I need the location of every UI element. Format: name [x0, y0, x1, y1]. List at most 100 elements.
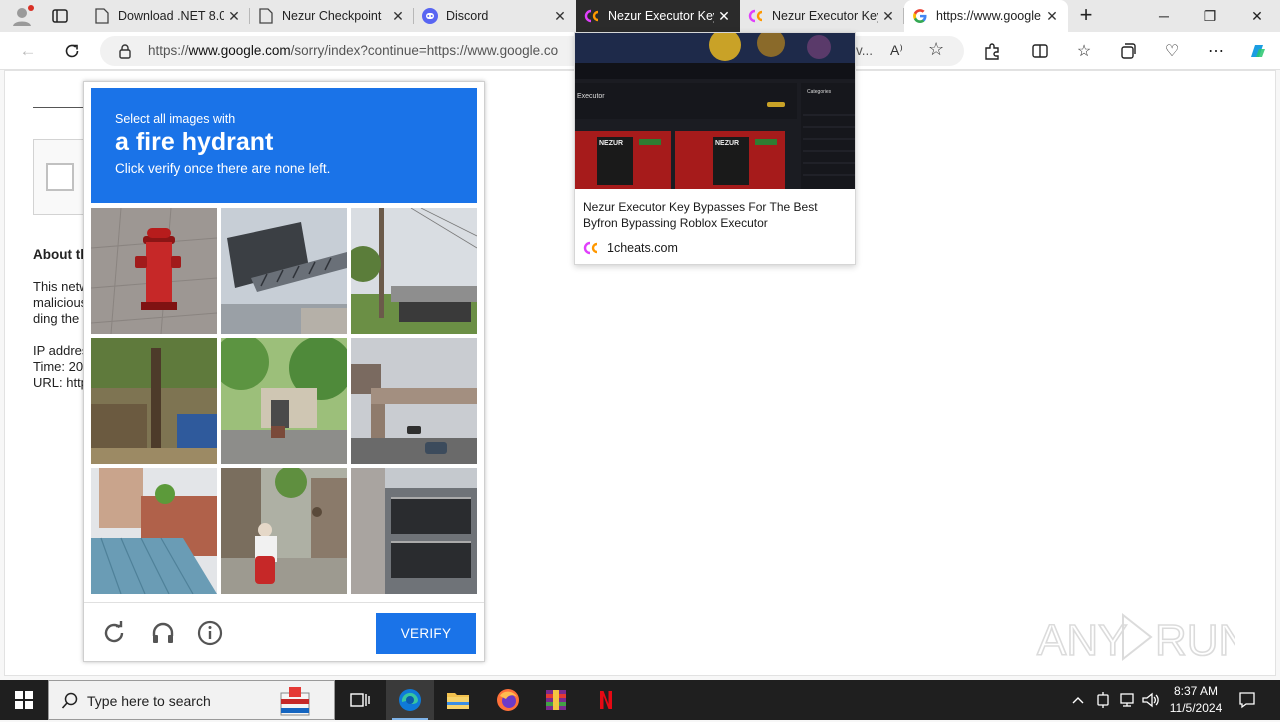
tab-label: Nezur Executor Key [608, 9, 714, 23]
captcha-tile-2[interactable] [221, 208, 347, 334]
url-tail: v... [856, 43, 874, 58]
search-placeholder: Type here to search [87, 693, 211, 709]
netflix-icon[interactable] [582, 680, 630, 720]
recaptcha-checkbox-box [33, 139, 87, 215]
about-heading: About th [33, 247, 89, 262]
notifications-icon[interactable] [1232, 680, 1262, 720]
tab-label: Discord [446, 9, 489, 23]
1cheats-icon [583, 240, 599, 256]
anyrun-watermark: ANY RUN [1035, 607, 1251, 671]
read-aloud-icon[interactable]: A⁾ [890, 42, 903, 59]
thumbnail-brand-2: NEZUR [715, 140, 740, 147]
about-line-3: ding the [33, 311, 80, 326]
more-menu-icon[interactable]: ⋯ [1202, 38, 1230, 64]
svg-text:RUN: RUN [1155, 616, 1235, 665]
close-icon[interactable]: ✕ [388, 8, 408, 25]
clock[interactable]: 8:37 AM 11/5/2024 [1164, 680, 1228, 720]
captcha-tile-3[interactable] [351, 208, 477, 334]
tab-label: Nezur Executor Key [772, 9, 878, 23]
close-icon[interactable]: ✕ [550, 8, 570, 25]
verify-button[interactable]: VERIFY [376, 613, 476, 654]
tab-hover-card: Executor Categories NEZUR NEZUR Nezur Ex… [574, 32, 856, 265]
favorite-star-icon[interactable]: ☆ [928, 39, 944, 60]
election-day-icon [277, 685, 313, 717]
page-icon [258, 8, 274, 24]
windows-start-icon[interactable] [0, 680, 48, 720]
audio-challenge-icon[interactable] [150, 620, 176, 646]
time-line: Time: 20 [33, 359, 84, 374]
captcha-tile-7[interactable] [91, 468, 217, 594]
close-icon[interactable]: ✕ [224, 8, 244, 25]
tab-nezur-checkpoint[interactable]: Nezur Checkpoint ✕ [250, 0, 414, 32]
recaptcha-challenge: Select all images with a fire hydrant Cl… [83, 81, 485, 662]
svg-text:ANY: ANY [1037, 616, 1127, 665]
tab-strip: Download .NET 8.0 ✕ Nezur Checkpoint ✕ D… [0, 0, 1280, 32]
minimize-button[interactable]: ─ [1141, 0, 1187, 32]
lock-icon[interactable] [118, 43, 132, 59]
url-text: https://www.google.com/sorry/index?conti… [148, 43, 559, 58]
thumbnail-brand-1: NEZUR [599, 140, 624, 147]
reload-challenge-icon[interactable] [102, 621, 126, 645]
url-line: URL: http [33, 375, 88, 390]
thumbnail-heading: Executor [577, 93, 605, 100]
captcha-tile-5[interactable] [221, 338, 347, 464]
firefox-icon[interactable] [484, 680, 532, 720]
collections-icon[interactable] [1114, 38, 1142, 64]
network-icon[interactable] [1116, 680, 1138, 720]
extensions-icon[interactable] [978, 38, 1006, 64]
clock-date: 11/5/2024 [1169, 701, 1223, 715]
show-hidden-icons[interactable] [1068, 680, 1088, 720]
edge-taskbar-icon[interactable] [386, 680, 434, 720]
tab-nezur-executor-1[interactable]: Nezur Executor Key ✕ [576, 0, 740, 32]
captcha-tile-8[interactable] [221, 468, 347, 594]
tab-google-sorry[interactable]: https://www.google ✕ [904, 0, 1068, 32]
tab-label: Download .NET 8.0 [118, 9, 224, 23]
copilot-icon[interactable] [1244, 38, 1272, 64]
captcha-tile-1[interactable] [91, 208, 217, 334]
device-icon[interactable] [1092, 680, 1114, 720]
hover-card-domain: 1cheats.com [607, 241, 678, 255]
search-icon [61, 692, 79, 710]
task-view-icon[interactable] [336, 680, 384, 720]
close-icon[interactable]: ✕ [1042, 8, 1062, 25]
window-close-button[interactable]: ✕ [1234, 0, 1280, 32]
recaptcha-checkbox[interactable] [46, 163, 74, 191]
1cheats-icon [748, 8, 764, 24]
split-screen-icon[interactable] [1026, 38, 1054, 64]
hover-card-title: Nezur Executor Key Bypasses For The Best… [583, 200, 818, 230]
file-explorer-icon[interactable] [434, 680, 482, 720]
google-icon [912, 8, 928, 24]
challenge-footer: VERIFY [84, 602, 484, 662]
taskbar-search[interactable]: Type here to search [48, 680, 335, 720]
profile-icon[interactable] [10, 4, 34, 28]
close-icon[interactable]: ✕ [878, 8, 898, 25]
close-icon[interactable]: ✕ [714, 8, 734, 25]
tab-discord[interactable]: Discord ✕ [414, 0, 576, 32]
1cheats-icon [584, 8, 600, 24]
captcha-tile-6[interactable] [351, 338, 477, 464]
restore-button[interactable]: ❐ [1187, 0, 1233, 32]
favorites-icon[interactable]: ☆ [1070, 38, 1098, 64]
tab-actions-icon[interactable] [50, 6, 70, 26]
hover-card-thumbnail: Executor Categories NEZUR NEZUR [575, 33, 855, 189]
about-line-2: malicious [33, 295, 88, 310]
challenge-instruction: Click verify once there are none left. [115, 161, 331, 176]
captcha-tile-4[interactable] [91, 338, 217, 464]
tab-label: Nezur Checkpoint [282, 9, 382, 23]
taskbar: Type here to search 8:37 AM 11/5/2024 [0, 680, 1280, 720]
tab-nezur-executor-2[interactable]: Nezur Executor Key ✕ [740, 0, 904, 32]
new-tab-button[interactable]: + [1072, 3, 1100, 29]
captcha-tile-9[interactable] [351, 468, 477, 594]
challenge-prompt: Select all images with [115, 112, 236, 126]
clock-time: 8:37 AM [1173, 684, 1219, 698]
page-icon [94, 8, 110, 24]
info-icon[interactable] [197, 620, 223, 646]
tab-dotnet[interactable]: Download .NET 8.0 ✕ [86, 0, 250, 32]
winrar-icon[interactable] [532, 680, 580, 720]
browser-essentials-icon[interactable]: ♡ [1158, 38, 1186, 64]
challenge-header: Select all images with a fire hydrant Cl… [91, 88, 477, 203]
back-icon[interactable]: ← [14, 38, 42, 64]
reload-icon[interactable] [58, 38, 86, 64]
volume-icon[interactable] [1140, 680, 1162, 720]
divider [33, 107, 85, 108]
